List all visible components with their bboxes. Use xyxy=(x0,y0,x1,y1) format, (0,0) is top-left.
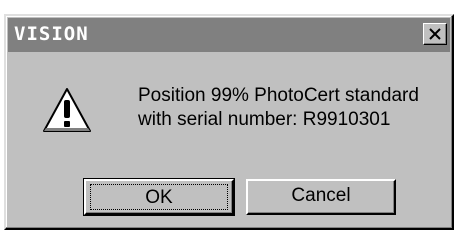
cancel-button[interactable]: Cancel xyxy=(246,179,396,215)
ok-button[interactable]: OK xyxy=(83,178,235,216)
message-line-2: with serial number: R9910301 xyxy=(138,109,391,130)
message-line-1: Position 99% PhotoCert standard xyxy=(138,85,419,106)
title-bar[interactable]: VISION xyxy=(8,18,450,52)
ok-button-label: OK xyxy=(90,184,228,210)
close-button[interactable] xyxy=(423,23,447,45)
dialog-window: VISION Position 99% PhotoCert standard w… xyxy=(4,14,454,230)
window-title: VISION xyxy=(14,23,89,45)
close-icon xyxy=(429,28,441,40)
message-text: Position 99% PhotoCert standard with ser… xyxy=(138,84,419,132)
warning-icon xyxy=(43,88,91,132)
